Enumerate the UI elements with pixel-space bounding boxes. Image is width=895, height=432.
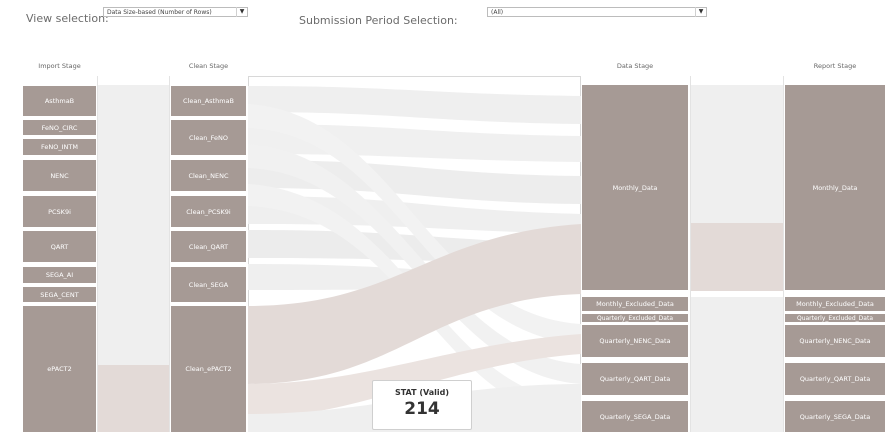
view-selection-dropdown[interactable]: Data Size-based (Number of Rows) ▼ [103, 7, 248, 17]
data-node-quarterly-sega[interactable]: Quarterly_SEGA_Data [582, 401, 688, 432]
clean-node-feno[interactable]: Clean_FeNO [171, 120, 246, 155]
data-report-flow-highlight [691, 223, 783, 291]
import-node-qart[interactable]: QART [23, 231, 96, 262]
report-node-monthly-data[interactable]: Monthly_Data [785, 85, 885, 290]
import-node-asthmab[interactable]: AsthmaB [23, 86, 96, 116]
data-node-quarterly-qart[interactable]: Quarterly_QART_Data [582, 363, 688, 395]
stat-card: STAT (Valid) 214 [372, 380, 472, 430]
stat-value: 214 [404, 399, 440, 419]
data-report-flow [691, 85, 783, 223]
report-node-quarterly-excluded[interactable]: Quarterly_Excluded_Data [785, 314, 885, 322]
submission-period-value: (All) [491, 9, 504, 16]
submission-period-label: Submission Period Selection: [299, 14, 458, 27]
report-node-quarterly-nenc[interactable]: Quarterly_NENC_Data [785, 325, 885, 357]
import-node-feno-circ[interactable]: FeNO_CIRC [23, 120, 96, 135]
clean-node-epact2[interactable]: Clean_ePACT2 [171, 306, 246, 432]
clean-node-sega[interactable]: Clean_SEGA [171, 267, 246, 302]
data-stage-header: Data Stage [616, 62, 654, 70]
import-node-sega-ai[interactable]: SEGA_AI [23, 267, 96, 283]
import-stage-header: Import Stage [38, 62, 81, 70]
data-node-quarterly-excluded[interactable]: Quarterly_Excluded_Data [582, 314, 688, 322]
submission-period-dropdown[interactable]: (All) ▼ [487, 7, 707, 17]
data-node-quarterly-nenc[interactable]: Quarterly_NENC_Data [582, 325, 688, 357]
import-node-epact2[interactable]: ePACT2 [23, 306, 96, 432]
chevron-down-icon: ▼ [695, 7, 706, 17]
view-selection-label: View selection: [26, 12, 109, 25]
report-stage-header: Report Stage [813, 62, 857, 70]
chevron-down-icon: ▼ [236, 7, 247, 17]
report-node-quarterly-qart[interactable]: Quarterly_QART_Data [785, 363, 885, 395]
import-node-pcsk9i[interactable]: PCSK9i [23, 196, 96, 227]
import-clean-flow [98, 85, 169, 365]
import-node-feno-intm[interactable]: FeNO_INTM [23, 139, 96, 155]
data-node-monthly-excluded[interactable]: Monthly_Excluded_Data [582, 297, 688, 311]
import-node-nenc[interactable]: NENC [23, 160, 96, 191]
view-selection-value: Data Size-based (Number of Rows) [107, 9, 212, 16]
data-report-flow-lower [691, 297, 783, 432]
import-clean-flow-highlight [98, 365, 169, 432]
clean-node-qart[interactable]: Clean_QART [171, 231, 246, 262]
report-node-monthly-excluded[interactable]: Monthly_Excluded_Data [785, 297, 885, 311]
import-node-sega-cent[interactable]: SEGA_CENT [23, 287, 96, 302]
data-node-monthly-data[interactable]: Monthly_Data [582, 85, 688, 290]
clean-stage-header: Clean Stage [188, 62, 229, 70]
stat-label: STAT (Valid) [394, 388, 450, 397]
report-node-quarterly-sega[interactable]: Quarterly_SEGA_Data [785, 401, 885, 432]
clean-node-nenc[interactable]: Clean_NENC [171, 160, 246, 191]
clean-node-pcsk9i[interactable]: Clean_PCSK9i [171, 196, 246, 227]
clean-node-asthmab[interactable]: Clean_AsthmaB [171, 86, 246, 116]
